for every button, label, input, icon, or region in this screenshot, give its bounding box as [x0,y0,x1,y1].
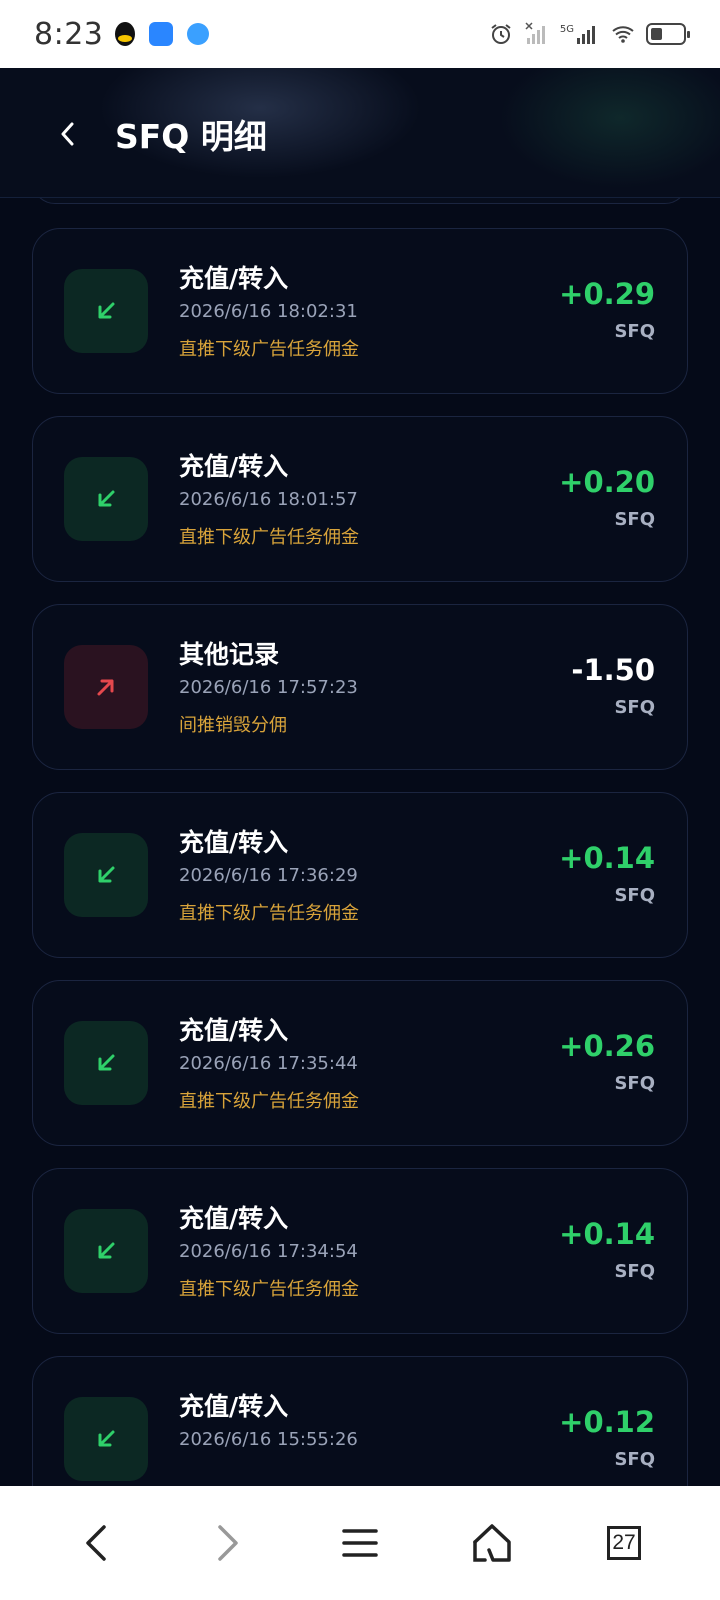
previous-card-edge [32,198,688,204]
record-card[interactable]: 充值/转入 2026/6/16 17:36:29 直推下级广告任务佣金 +0.1… [32,792,688,958]
browser-nav-bar: 27 [0,1486,720,1600]
system-icons: 5G [488,22,690,46]
record-amount: -1.50 [571,653,655,687]
record-title: 其他记录 [179,640,280,669]
signal-off-icon [525,22,545,44]
record-note: 间推销毁分佣 [179,715,287,736]
record-time: 2026/6/16 17:35:44 [179,1053,358,1074]
page-title: SFQ 明细 [115,117,267,156]
record-time: 2026/6/16 17:36:29 [179,865,358,886]
alarm-icon [491,24,511,44]
nav-home-button[interactable] [457,1508,527,1578]
record-title: 充值/转入 [179,452,289,481]
status-bar: 8:23 5G [0,0,720,68]
record-time: 2026/6/16 18:01:57 [179,489,358,510]
forward-arrow-icon [218,1525,238,1561]
back-button[interactable] [52,114,82,154]
battery-icon [646,23,690,45]
record-note: 直推下级广告任务佣金 [179,1279,359,1300]
record-card[interactable]: 充值/转入 2026/6/16 17:34:54 直推下级广告任务佣金 +0.1… [32,1168,688,1334]
notification-icons [115,22,210,46]
nav-tabs-button[interactable]: 27 [589,1508,659,1578]
incoming-arrow-icon [64,1209,148,1293]
record-title: 充值/转入 [179,1016,289,1045]
weather-icon [149,22,174,46]
record-title: 充值/转入 [179,264,289,293]
record-unit: SFQ [614,321,655,342]
record-card[interactable]: 充值/转入 2026/6/16 15:55:26 +0.12 SFQ [32,1356,688,1486]
record-unit: SFQ [614,1261,655,1282]
signal-icon [577,26,595,44]
record-note: 直推下级广告任务佣金 [179,1091,359,1112]
record-title: 充值/转入 [179,828,289,857]
record-title: 充值/转入 [179,1204,289,1233]
record-unit: SFQ [614,509,655,530]
browser-icon [187,23,210,45]
record-note: 直推下级广告任务佣金 [179,339,359,360]
record-amount: +0.12 [559,1405,655,1439]
record-note: 直推下级广告任务佣金 [179,903,359,924]
page-header: SFQ 明细 [0,68,720,198]
record-time: 2026/6/16 17:34:54 [179,1241,358,1262]
nav-menu-button[interactable] [325,1508,395,1578]
wifi-icon [612,26,634,43]
record-time: 2026/6/16 17:57:23 [179,677,358,698]
incoming-arrow-icon [64,457,148,541]
record-card[interactable]: 其他记录 2026/6/16 17:57:23 间推销毁分佣 -1.50 SFQ [32,604,688,770]
status-time: 8:23 [34,16,104,52]
record-amount: +0.26 [559,1029,655,1063]
outgoing-arrow-icon [64,645,148,729]
tabs-count: 27 [607,1526,641,1560]
menu-icon [342,1529,378,1557]
back-arrow-icon [86,1525,106,1561]
record-amount: +0.20 [559,465,655,499]
record-unit: SFQ [614,1073,655,1094]
record-unit: SFQ [614,1449,655,1470]
nav-forward-button[interactable] [193,1508,263,1578]
record-time: 2026/6/16 15:55:26 [179,1429,358,1450]
record-amount: +0.29 [559,277,655,311]
qq-icon [115,22,136,46]
record-card[interactable]: 充值/转入 2026/6/16 17:35:44 直推下级广告任务佣金 +0.2… [32,980,688,1146]
record-time: 2026/6/16 18:02:31 [179,301,358,322]
record-card[interactable]: 充值/转入 2026/6/16 18:02:31 直推下级广告任务佣金 +0.2… [32,228,688,394]
record-amount: +0.14 [559,1217,655,1251]
home-icon [473,1524,511,1562]
chevron-left-icon [61,122,74,146]
network-type-label: 5G [559,23,574,35]
record-note: 直推下级广告任务佣金 [179,527,359,548]
record-card[interactable]: 充值/转入 2026/6/16 18:01:57 直推下级广告任务佣金 +0.2… [32,416,688,582]
nav-back-button[interactable] [61,1508,131,1578]
record-unit: SFQ [614,697,655,718]
records-list[interactable]: 充值/转入 2026/6/16 18:02:31 直推下级广告任务佣金 +0.2… [0,198,720,1486]
record-unit: SFQ [614,885,655,906]
incoming-arrow-icon [64,1397,148,1481]
record-amount: +0.14 [559,841,655,875]
incoming-arrow-icon [64,269,148,353]
incoming-arrow-icon [64,1021,148,1105]
record-title: 充值/转入 [179,1392,289,1421]
incoming-arrow-icon [64,833,148,917]
